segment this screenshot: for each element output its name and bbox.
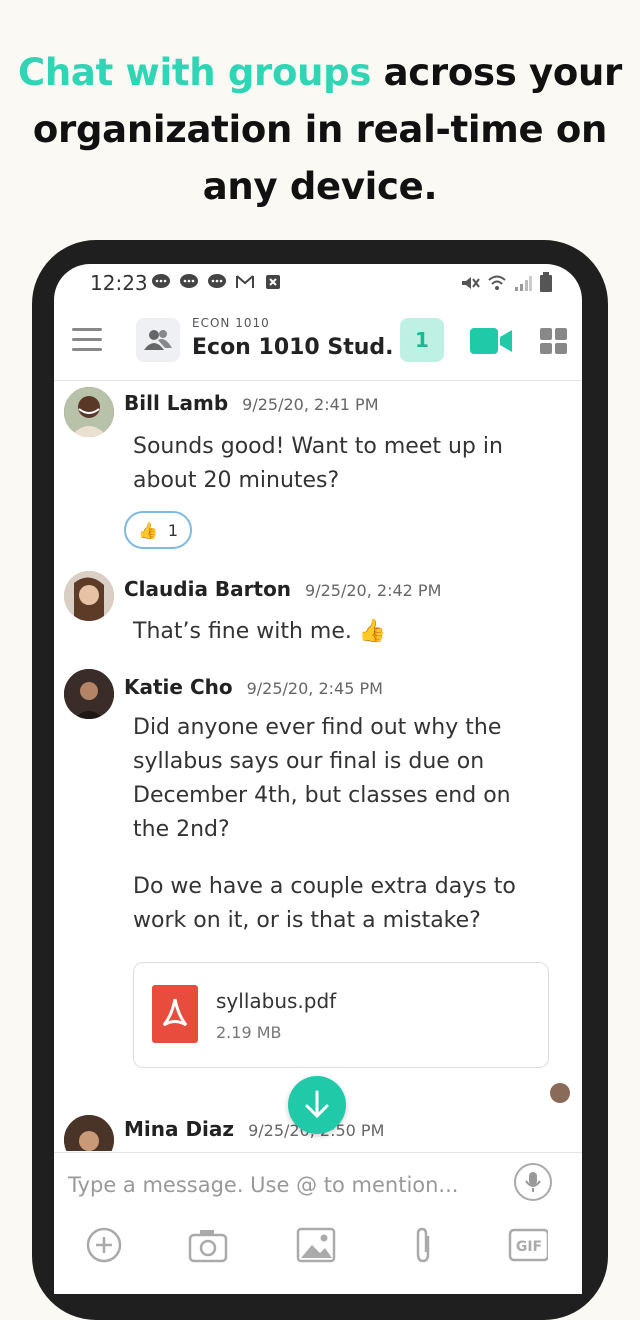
- read-receipt-avatar: [550, 1083, 570, 1103]
- message-text: That’s fine with me. 👍: [133, 619, 387, 644]
- image-icon[interactable]: [296, 1225, 336, 1265]
- menu-icon[interactable]: [72, 328, 102, 352]
- microphone-icon[interactable]: [514, 1163, 552, 1201]
- notification-icons: [150, 273, 284, 291]
- chat-icon: [178, 273, 200, 291]
- message-list[interactable]: Bill Lamb 9/25/20, 2:41 PM Sounds good! …: [54, 381, 582, 1151]
- signal-icon: [514, 273, 532, 297]
- group-title[interactable]: Econ 1010 Stud...: [192, 335, 392, 360]
- message-text: Sounds good! Want to meet up in about 20…: [133, 434, 503, 493]
- chat-header: ECON 1010 Econ 1010 Stud... 1: [54, 302, 582, 381]
- file-name: syllabus.pdf: [216, 989, 337, 1013]
- add-icon[interactable]: [84, 1225, 124, 1265]
- message-header: Mina Diaz 9/25/20, 2:50 PM: [124, 1117, 384, 1141]
- file-attachment[interactable]: syllabus.pdf 2.19 MB: [133, 962, 549, 1068]
- composer-toolbar: GIF: [54, 1225, 582, 1275]
- wifi-icon: [488, 273, 506, 297]
- reaction-count: 1: [167, 520, 179, 540]
- chat-icon: [206, 273, 228, 291]
- message-header: Katie Cho 9/25/20, 2:45 PM: [124, 675, 383, 699]
- avatar[interactable]: [64, 387, 114, 437]
- message-time: 9/25/20, 2:42 PM: [305, 581, 442, 600]
- status-bar: 12:23: [54, 264, 582, 302]
- arrow-down-icon: [305, 1090, 329, 1119]
- message-input[interactable]: [68, 1167, 488, 1203]
- avatar[interactable]: [64, 571, 114, 621]
- message-time: 9/25/20, 2:45 PM: [246, 679, 383, 698]
- message-text: Did anyone ever find out why the syllabu…: [133, 715, 511, 842]
- message-header: Claudia Barton 9/25/20, 2:42 PM: [124, 577, 441, 601]
- paperclip-icon[interactable]: [404, 1225, 444, 1265]
- message-time: 9/25/20, 2:41 PM: [242, 395, 379, 414]
- chat-icon: [150, 273, 172, 291]
- video-call-icon[interactable]: [470, 328, 514, 358]
- svg-text:GIF: GIF: [516, 1239, 542, 1255]
- scroll-to-bottom-button[interactable]: [288, 1076, 346, 1134]
- message-composer: GIF: [54, 1152, 582, 1294]
- message-header: Bill Lamb 9/25/20, 2:41 PM: [124, 391, 379, 415]
- unread-badge[interactable]: 1: [400, 318, 444, 362]
- phone-screen: 12:23 ECON 1010 Econ 1010 Stud... 1 Bill…: [54, 264, 582, 1294]
- apps-grid-icon[interactable]: [540, 328, 567, 354]
- thumbs-up-icon: 👍: [137, 520, 158, 540]
- reaction-chip[interactable]: 👍 1: [124, 511, 192, 549]
- sender-name[interactable]: Claudia Barton: [124, 577, 291, 601]
- status-time: 12:23: [90, 271, 148, 295]
- group-icon[interactable]: [136, 318, 180, 362]
- sender-name[interactable]: Bill Lamb: [124, 391, 228, 415]
- camera-icon[interactable]: [188, 1225, 228, 1265]
- system-icons: [460, 272, 552, 297]
- battery-icon: [540, 272, 552, 297]
- avatar[interactable]: [64, 669, 114, 719]
- gif-icon[interactable]: GIF: [508, 1225, 548, 1265]
- close-box-icon: [262, 273, 284, 291]
- file-size: 2.19 MB: [216, 1023, 282, 1042]
- avatar[interactable]: [64, 1115, 114, 1151]
- group-code: ECON 1010: [192, 316, 270, 330]
- pdf-icon: [152, 985, 198, 1043]
- sender-name[interactable]: Mina Diaz: [124, 1117, 234, 1141]
- gmail-icon: [234, 273, 256, 291]
- headline: Chat with groups across your organizatio…: [0, 44, 640, 215]
- headline-accent: Chat with groups: [18, 51, 372, 94]
- mute-icon: [460, 273, 480, 297]
- sender-name[interactable]: Katie Cho: [124, 675, 233, 699]
- message-text: Do we have a couple extra days to work o…: [133, 874, 516, 933]
